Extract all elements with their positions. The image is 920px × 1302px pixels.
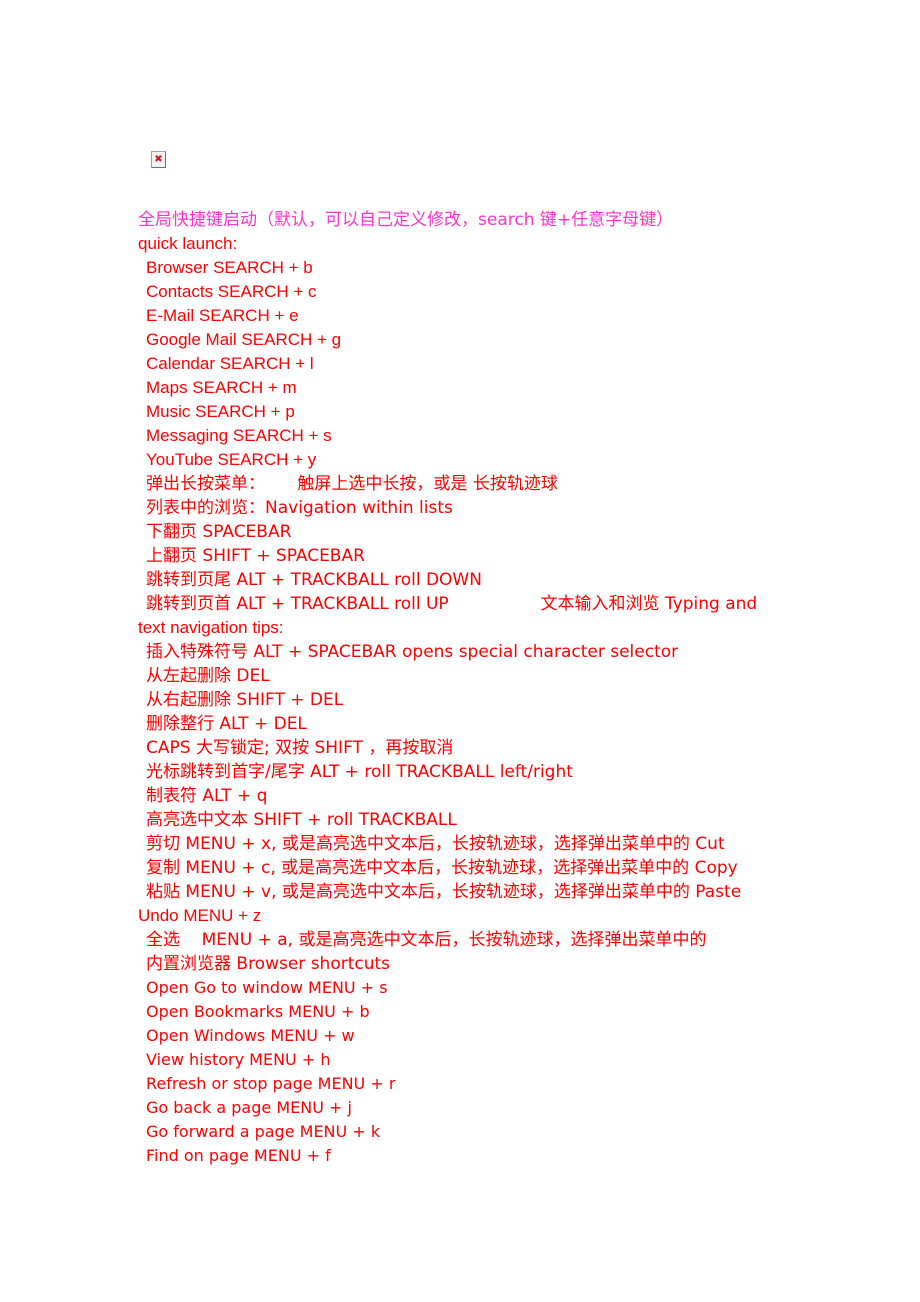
document-page: ✖ 全局快捷键启动（默认，可以自己定义修改，search 键+任意字母键） qu… <box>0 0 920 1302</box>
undo-shortcut-line: Undo MENU + z <box>138 906 262 925</box>
quick-launch-label: quick launch: <box>138 234 238 253</box>
shortcut-line: Google Mail SEARCH + g <box>146 330 342 349</box>
shortcut-line: Open Go to window MENU + s <box>146 978 388 997</box>
shortcut-line: Go back a page MENU + j <box>146 1098 352 1117</box>
shortcut-line: Calendar SEARCH + l <box>146 354 314 373</box>
shortcut-line: 光标跳转到首字/尾字 ALT + roll TRACKBALL left/rig… <box>146 762 573 782</box>
shortcut-line: 粘贴 MENU + v, 或是高亮选中文本后，长按轨迹球，选择弹出菜单中的 Pa… <box>146 882 742 902</box>
shortcut-line: Messaging SEARCH + s <box>146 426 332 445</box>
shortcut-line: Music SEARCH + p <box>146 402 295 421</box>
document-text-body: 全局快捷键启动（默认，可以自己定义修改，search 键+任意字母键） quic… <box>138 208 838 1168</box>
shortcut-line: 删除整行 ALT + DEL <box>146 714 307 734</box>
shortcut-line: 从左起删除 DEL <box>146 666 270 686</box>
shortcut-line: Maps SEARCH + m <box>146 378 297 397</box>
shortcut-line: 上翻页 SHIFT + SPACEBAR <box>146 546 365 566</box>
typing-tips-label-wrap: text navigation tips: <box>138 618 284 637</box>
shortcut-line: CAPS 大写锁定; 双按 SHIFT ，再按取消 <box>146 738 454 758</box>
shortcut-line: Contacts SEARCH + c <box>146 282 317 301</box>
shortcut-line: Open Bookmarks MENU + b <box>146 1002 370 1021</box>
shortcut-line: E-Mail SEARCH + e <box>146 306 299 325</box>
shortcut-line: Go forward a page MENU + k <box>146 1122 381 1141</box>
shortcut-line: Open Windows MENU + w <box>146 1026 355 1045</box>
broken-image-x-icon: ✖ <box>154 153 163 165</box>
list-navigation-label: 列表中的浏览：Navigation within lists <box>146 498 453 518</box>
broken-image-placeholder[interactable]: ✖ <box>151 151 166 168</box>
shortcut-line: 复制 MENU + c, 或是高亮选中文本后，长按轨迹球，选择弹出菜单中的 Co… <box>146 858 738 878</box>
browser-shortcuts-label: 内置浏览器 Browser shortcuts <box>146 954 391 974</box>
shortcut-line: YouTube SEARCH + y <box>146 450 317 469</box>
shortcut-line: 剪切 MENU + x, 或是高亮选中文本后，长按轨迹球，选择弹出菜单中的 Cu… <box>146 834 725 854</box>
shortcut-line: Browser SEARCH + b <box>146 258 313 277</box>
shortcut-line: 跳转到页尾 ALT + TRACKBALL roll DOWN <box>146 570 482 590</box>
page-top-and-typing-heading: 跳转到页首 ALT + TRACKBALL roll UP 文本输入和浏览 Ty… <box>146 594 758 614</box>
shortcut-line: 插入特殊符号 ALT + SPACEBAR opens special char… <box>146 642 679 662</box>
shortcut-line: Find on page MENU + f <box>146 1146 331 1165</box>
long-press-menu-line: 弹出长按菜单： 触屏上选中长按，或是 长按轨迹球 <box>146 474 558 494</box>
select-all-shortcut-line: 全选 MENU + a, 或是高亮选中文本后，长按轨迹球，选择弹出菜单中的 <box>146 930 707 950</box>
shortcut-line: 从右起删除 SHIFT + DEL <box>146 690 344 710</box>
shortcut-line: Refresh or stop page MENU + r <box>146 1074 396 1093</box>
shortcut-line: View history MENU + h <box>146 1050 331 1069</box>
shortcut-line: 下翻页 SPACEBAR <box>146 522 292 542</box>
shortcut-line: 制表符 ALT + q <box>146 786 268 806</box>
shortcut-line: 高亮选中文本 SHIFT + roll TRACKBALL <box>146 810 457 830</box>
heading-global-shortcuts: 全局快捷键启动（默认，可以自己定义修改，search 键+任意字母键） <box>138 210 674 230</box>
